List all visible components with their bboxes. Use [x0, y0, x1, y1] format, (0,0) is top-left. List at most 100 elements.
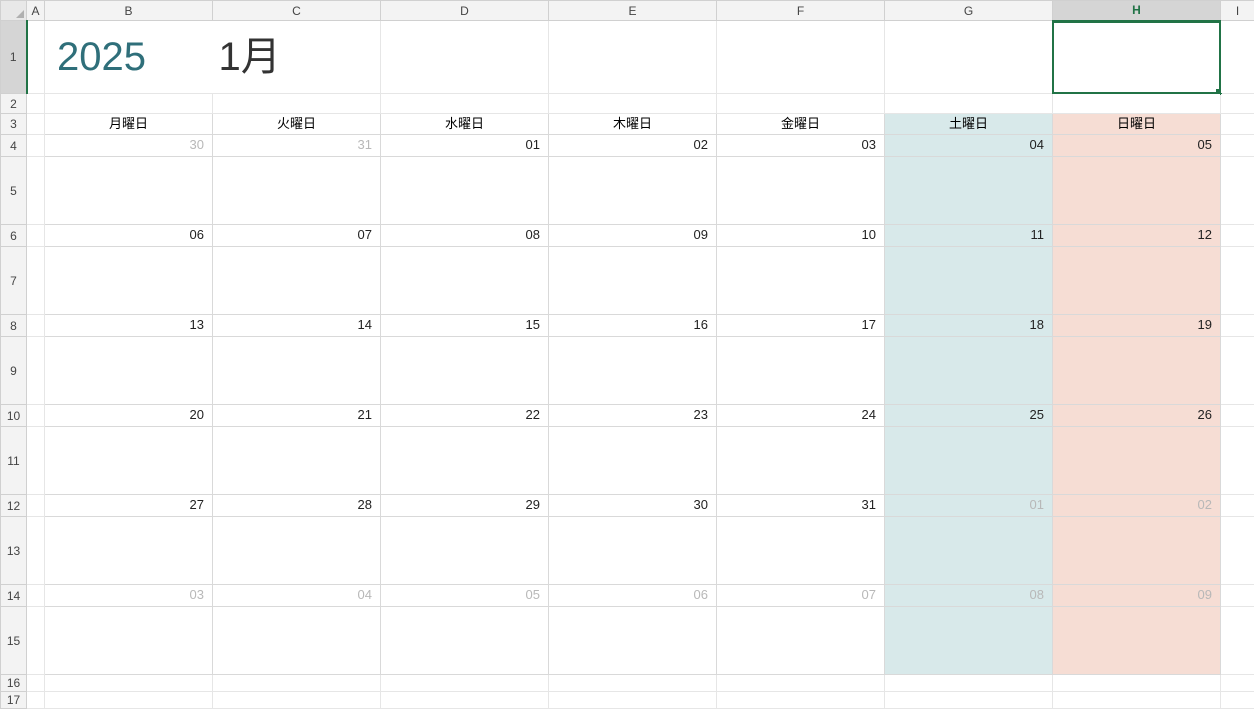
- cell[interactable]: [45, 94, 213, 114]
- cell[interactable]: 04: [213, 585, 381, 607]
- cell[interactable]: [717, 21, 885, 94]
- cell[interactable]: 19: [1053, 315, 1221, 337]
- calendar-day-body[interactable]: [549, 247, 717, 315]
- cell[interactable]: [381, 675, 549, 692]
- calendar-day-body[interactable]: [549, 337, 717, 405]
- cell[interactable]: 06: [45, 225, 213, 247]
- dow-header[interactable]: 金曜日: [717, 114, 885, 135]
- cell[interactable]: [717, 675, 885, 692]
- cell[interactable]: [717, 692, 885, 709]
- cell[interactable]: 01: [381, 135, 549, 157]
- calendar-day-body[interactable]: [213, 337, 381, 405]
- cell[interactable]: [885, 21, 1053, 94]
- row-header-1[interactable]: 1: [1, 21, 27, 94]
- calendar-day-body[interactable]: [717, 517, 885, 585]
- calendar-day-body[interactable]: [717, 427, 885, 495]
- cell[interactable]: [27, 21, 45, 94]
- cell[interactable]: 30: [549, 495, 717, 517]
- calendar-day-body[interactable]: [45, 247, 213, 315]
- calendar-day-body[interactable]: [549, 607, 717, 675]
- cell[interactable]: 23: [549, 405, 717, 427]
- col-header-C[interactable]: C: [213, 1, 381, 21]
- row-header-10[interactable]: 10: [1, 405, 27, 427]
- cell[interactable]: [213, 675, 381, 692]
- cell[interactable]: 03: [717, 135, 885, 157]
- cell[interactable]: [27, 427, 45, 495]
- calendar-day-body[interactable]: [213, 157, 381, 225]
- cell[interactable]: [1221, 517, 1254, 585]
- calendar-day-body[interactable]: [885, 607, 1053, 675]
- calendar-day-body[interactable]: [885, 517, 1053, 585]
- cell[interactable]: 30: [45, 135, 213, 157]
- calendar-day-body[interactable]: [213, 607, 381, 675]
- calendar-day-body[interactable]: [213, 427, 381, 495]
- calendar-day-body[interactable]: [213, 247, 381, 315]
- cell[interactable]: [1053, 692, 1221, 709]
- cell[interactable]: 29: [381, 495, 549, 517]
- cell[interactable]: [45, 675, 213, 692]
- calendar-day-body[interactable]: [45, 157, 213, 225]
- calendar-day-body[interactable]: [381, 427, 549, 495]
- cell[interactable]: [1053, 94, 1221, 114]
- cell[interactable]: 24: [717, 405, 885, 427]
- calendar-day-body[interactable]: [213, 517, 381, 585]
- cell[interactable]: [549, 21, 717, 94]
- cell[interactable]: [27, 607, 45, 675]
- cell[interactable]: 02: [549, 135, 717, 157]
- dow-header[interactable]: 火曜日: [213, 114, 381, 135]
- cell[interactable]: [885, 675, 1053, 692]
- cell[interactable]: [45, 692, 213, 709]
- cell[interactable]: [27, 405, 45, 427]
- col-header-H[interactable]: H: [1053, 1, 1221, 21]
- cell[interactable]: 08: [381, 225, 549, 247]
- calendar-day-body[interactable]: [885, 247, 1053, 315]
- calendar-day-body[interactable]: [549, 427, 717, 495]
- cell[interactable]: 1月: [213, 21, 381, 94]
- cell[interactable]: 16: [549, 315, 717, 337]
- row-header-15[interactable]: 15: [1, 607, 27, 675]
- col-header-A[interactable]: A: [27, 1, 45, 21]
- calendar-day-body[interactable]: [45, 607, 213, 675]
- row-header-2[interactable]: 2: [1, 94, 27, 114]
- cell[interactable]: [1221, 157, 1254, 225]
- cell[interactable]: [27, 157, 45, 225]
- cell[interactable]: 03: [45, 585, 213, 607]
- cell[interactable]: [27, 517, 45, 585]
- cell[interactable]: 27: [45, 495, 213, 517]
- calendar-day-body[interactable]: [717, 337, 885, 405]
- col-header-I[interactable]: I: [1221, 1, 1254, 21]
- cell[interactable]: [27, 114, 45, 135]
- calendar-day-body[interactable]: [1053, 427, 1221, 495]
- cell[interactable]: 08: [885, 585, 1053, 607]
- cell[interactable]: 31: [717, 495, 885, 517]
- calendar-day-body[interactable]: [45, 427, 213, 495]
- row-header-5[interactable]: 5: [1, 157, 27, 225]
- cell[interactable]: 02: [1053, 495, 1221, 517]
- cell[interactable]: 25: [885, 405, 1053, 427]
- col-header-F[interactable]: F: [717, 1, 885, 21]
- cell[interactable]: 01: [885, 495, 1053, 517]
- calendar-day-body[interactable]: [1053, 337, 1221, 405]
- cell[interactable]: [27, 135, 45, 157]
- cell[interactable]: 04: [885, 135, 1053, 157]
- cell[interactable]: [27, 315, 45, 337]
- cell[interactable]: 20: [45, 405, 213, 427]
- cell[interactable]: 07: [213, 225, 381, 247]
- calendar-day-body[interactable]: [1053, 607, 1221, 675]
- row-header-8[interactable]: 8: [1, 315, 27, 337]
- cell[interactable]: [1221, 135, 1254, 157]
- cell[interactable]: [885, 94, 1053, 114]
- cell[interactable]: [549, 94, 717, 114]
- cell[interactable]: [1221, 94, 1254, 114]
- calendar-day-body[interactable]: [381, 247, 549, 315]
- cell[interactable]: [1221, 315, 1254, 337]
- calendar-day-body[interactable]: [381, 337, 549, 405]
- cell[interactable]: 05: [1053, 135, 1221, 157]
- cell[interactable]: [549, 675, 717, 692]
- cell[interactable]: [381, 21, 549, 94]
- calendar-day-body[interactable]: [717, 607, 885, 675]
- cell[interactable]: [1221, 247, 1254, 315]
- cell[interactable]: [1221, 675, 1254, 692]
- cell[interactable]: [1221, 225, 1254, 247]
- col-header-G[interactable]: G: [885, 1, 1053, 21]
